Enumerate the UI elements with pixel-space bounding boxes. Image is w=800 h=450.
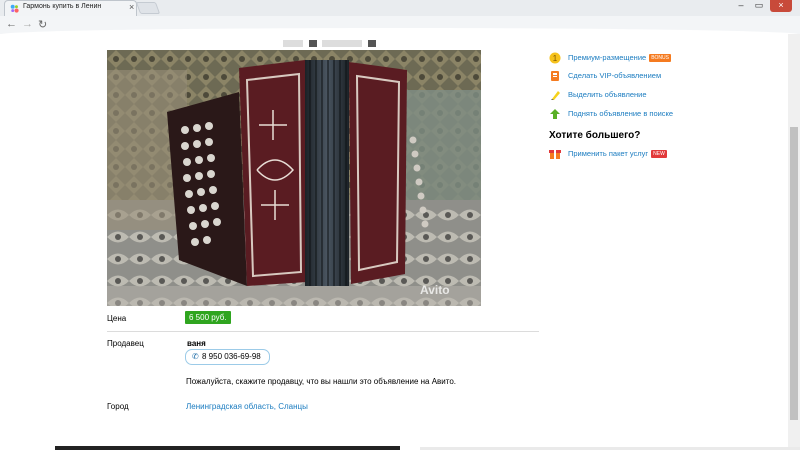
scrollbar-thumb[interactable] <box>790 127 798 420</box>
browser-tab[interactable]: Гармонь купить в Ленин × <box>4 0 137 16</box>
raise-icon <box>550 109 560 119</box>
window-controls: – ▭ × <box>734 0 792 12</box>
price-value: 6 500 руб. <box>185 311 231 324</box>
photo-watermark: Avito <box>420 283 450 297</box>
premium-icon-numeral: 1 <box>553 54 558 63</box>
vip-icon <box>551 71 559 81</box>
seller-note: Пожалуйста, скажите продавцу, что вы наш… <box>186 377 457 386</box>
more-heading: Хотите большего? <box>549 130 641 141</box>
phone-number: 8 950 036-69-98 <box>202 352 261 361</box>
bonus-badge: BONUS <box>649 54 671 62</box>
show-phone-button[interactable]: ✆ 8 950 036-69-98 <box>185 349 270 365</box>
tab-title: Гармонь купить в Ленин <box>23 3 102 10</box>
accordion-image <box>107 50 481 306</box>
tab-close-icon[interactable]: × <box>129 2 134 12</box>
close-window-button[interactable]: × <box>770 0 792 12</box>
listing-photo[interactable] <box>107 50 481 306</box>
divider <box>107 331 539 332</box>
reload-icon[interactable]: ↻ <box>38 18 47 31</box>
sidebar-item-label: Поднять объявление в поиске <box>568 109 674 118</box>
phone-icon: ✆ <box>192 352 199 361</box>
minimize-button[interactable]: – <box>734 0 748 12</box>
photo-toolbar <box>283 39 383 47</box>
sidebar-item-label: Сделать VIP-объявлением <box>568 71 662 80</box>
bottom-bar <box>55 446 400 450</box>
maximize-button[interactable]: ▭ <box>752 0 766 12</box>
new-tab-button[interactable] <box>135 2 161 14</box>
forward-arrow-icon[interactable]: → <box>22 18 33 30</box>
package-icon <box>549 150 561 159</box>
highlight-icon <box>551 91 560 100</box>
new-badge: NEW <box>651 150 667 158</box>
back-arrow-icon[interactable]: ← <box>6 18 17 30</box>
package-link-label: Применить пакет услуг <box>568 149 649 158</box>
avito-favicon-icon <box>10 4 19 13</box>
toolbar-fragment <box>283 40 303 47</box>
toolbar-fragment <box>367 40 376 47</box>
city-label: Город <box>107 402 129 411</box>
seller-label: Продавец <box>107 339 144 348</box>
sidebar-item-label: Премиум-размещение <box>568 53 647 62</box>
seller-name: ваня <box>187 339 206 348</box>
sidebar-item-label: Выделить объявление <box>568 90 647 99</box>
price-label: Цена <box>107 314 127 323</box>
redacted-area <box>0 28 800 50</box>
city-link[interactable]: Ленинградская область, Сланцы <box>186 402 308 411</box>
toolbar-fragment <box>322 40 363 47</box>
toolbar-fragment <box>308 40 317 47</box>
premium-icon: 1 <box>549 52 561 64</box>
